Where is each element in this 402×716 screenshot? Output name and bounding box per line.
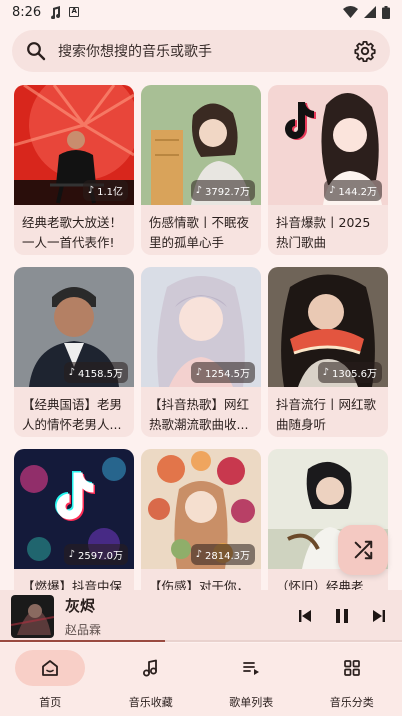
playlist-title[interactable]: 【燃爆】抖音中保: [14, 569, 134, 590]
next-icon[interactable]: [371, 608, 387, 624]
bottom-nav: 首页 音乐收藏 歌单列表 音乐分类: [0, 643, 402, 716]
artist-name: 赵品霖: [65, 622, 102, 637]
music-note-icon: ♪: [195, 185, 202, 196]
status-bar: 8:26 A: [0, 0, 402, 24]
playback-progress[interactable]: [0, 640, 402, 642]
music-note-icon: ♪: [195, 549, 202, 560]
nav-item-playlists[interactable]: 歌单列表: [201, 643, 302, 716]
playlist-title[interactable]: 抖音爆款丨2025热门歌曲: [268, 205, 388, 253]
nav-item-home[interactable]: 首页: [0, 643, 101, 716]
playlist-cover[interactable]: ♪ 1.1亿: [14, 85, 134, 205]
search-icon[interactable]: [26, 41, 46, 61]
play-count-badge: ♪ 2814.3万: [190, 544, 255, 565]
playlist-cover[interactable]: ♪ 1254.5万: [141, 267, 261, 387]
album-art[interactable]: [11, 594, 54, 638]
search-bar[interactable]: 搜索你想搜的音乐或歌手: [12, 30, 390, 72]
play-count-badge: ♪ 4158.5万: [63, 362, 128, 383]
notification-a-icon: A: [69, 7, 80, 17]
playlist-icon: [243, 662, 260, 675]
playlist-title[interactable]: 经典老歌大放送！一人一首代表作!: [14, 205, 134, 253]
now-playing-info[interactable]: 灰烬 赵品霖: [65, 595, 297, 638]
playlist-card[interactable]: ♪ 144.2万 抖音爆款丨2025热门歌曲: [268, 85, 388, 255]
search-placeholder[interactable]: 搜索你想搜的音乐或歌手: [58, 41, 354, 61]
battery-icon: [382, 5, 390, 19]
nav-label: 音乐分类: [329, 696, 374, 709]
playlist-title[interactable]: 抖音流行丨网红歌曲随身听: [268, 387, 388, 435]
category-grid-icon: [343, 660, 360, 676]
wifi-icon: [343, 6, 358, 18]
play-count-badge: ♪ 3792.7万: [190, 180, 255, 201]
playlist-card[interactable]: ♪ 2814.3万 【伤感】对于你，: [141, 449, 261, 590]
home-icon: [42, 660, 59, 676]
playlist-card[interactable]: ♪ 4158.5万 【经典国语】老男人的情怀老男人...: [14, 267, 134, 437]
shuffle-button[interactable]: [338, 525, 388, 575]
music-note-icon: ♪: [87, 185, 95, 196]
play-count-badge: ♪ 144.2万: [323, 180, 382, 201]
playlist-grid: ♪ 1.1亿 经典老歌大放送！一人一首代表作! ♪ 3792.7万 伤感情歌丨不眠夜…: [14, 85, 388, 590]
play-count-badge: ♪ 2597.0万: [63, 544, 128, 565]
playlist-cover[interactable]: ♪ 144.2万: [268, 85, 388, 205]
playlist-title[interactable]: 【伤感】对于你，: [141, 569, 261, 590]
nav-label: 音乐收藏: [128, 696, 173, 709]
music-note-icon: [51, 5, 61, 19]
playlist-cover[interactable]: ♪ 4158.5万: [14, 267, 134, 387]
music-note-icon: ♪: [195, 367, 202, 378]
playlist-cover[interactable]: ♪ 3792.7万: [141, 85, 261, 205]
playlist-title[interactable]: 【抖音热歌】网红热歌潮流歌曲收...: [141, 387, 261, 435]
music-note-icon: ♪: [322, 367, 329, 378]
play-count-badge: ♪ 1305.6万: [317, 362, 382, 383]
signal-icon: [364, 6, 376, 18]
play-count-badge: ♪ 1.1亿: [82, 180, 128, 201]
playlist-title[interactable]: 【经典国语】老男人的情怀老男人...: [14, 387, 134, 435]
music-note-icon: ♪: [68, 367, 75, 378]
gear-icon[interactable]: [354, 40, 376, 62]
shuffle-icon: [354, 540, 373, 560]
nav-label: 首页: [39, 696, 62, 709]
playlist-cover[interactable]: ♪ 2814.3万: [141, 449, 261, 569]
playlist-cover[interactable]: ♪ 1305.6万: [268, 267, 388, 387]
music-note-icon: [142, 659, 157, 677]
mini-player[interactable]: 灰烬 赵品霖: [0, 590, 402, 642]
play-count-badge: ♪ 1254.5万: [190, 362, 255, 383]
pause-icon[interactable]: [333, 607, 351, 625]
playlist-card[interactable]: ♪ 2597.0万 【燃爆】抖音中保: [14, 449, 134, 590]
playlist-card[interactable]: ♪ 1.1亿 经典老歌大放送！一人一首代表作!: [14, 85, 134, 255]
music-note-icon: ♪: [68, 549, 75, 560]
playlist-cover[interactable]: ♪ 2597.0万: [14, 449, 134, 569]
previous-icon[interactable]: [297, 608, 313, 624]
song-title: 灰烬: [65, 596, 96, 615]
nav-item-favorites[interactable]: 音乐收藏: [101, 643, 202, 716]
nav-label: 歌单列表: [229, 696, 274, 709]
nav-item-categories[interactable]: 音乐分类: [302, 643, 402, 716]
playlist-title[interactable]: 伤感情歌丨不眠夜里的孤单心手: [141, 205, 261, 253]
playlist-card[interactable]: ♪ 1305.6万 抖音流行丨网红歌曲随身听: [268, 267, 388, 437]
progress-fill: [0, 640, 165, 642]
music-note-icon: ♪: [328, 185, 336, 196]
playlist-card[interactable]: ♪ 3792.7万 伤感情歌丨不眠夜里的孤单心手: [141, 85, 261, 255]
playlist-card[interactable]: ♪ 1254.5万 【抖音热歌】网红热歌潮流歌曲收...: [141, 267, 261, 437]
status-time: 8:26: [12, 4, 42, 20]
